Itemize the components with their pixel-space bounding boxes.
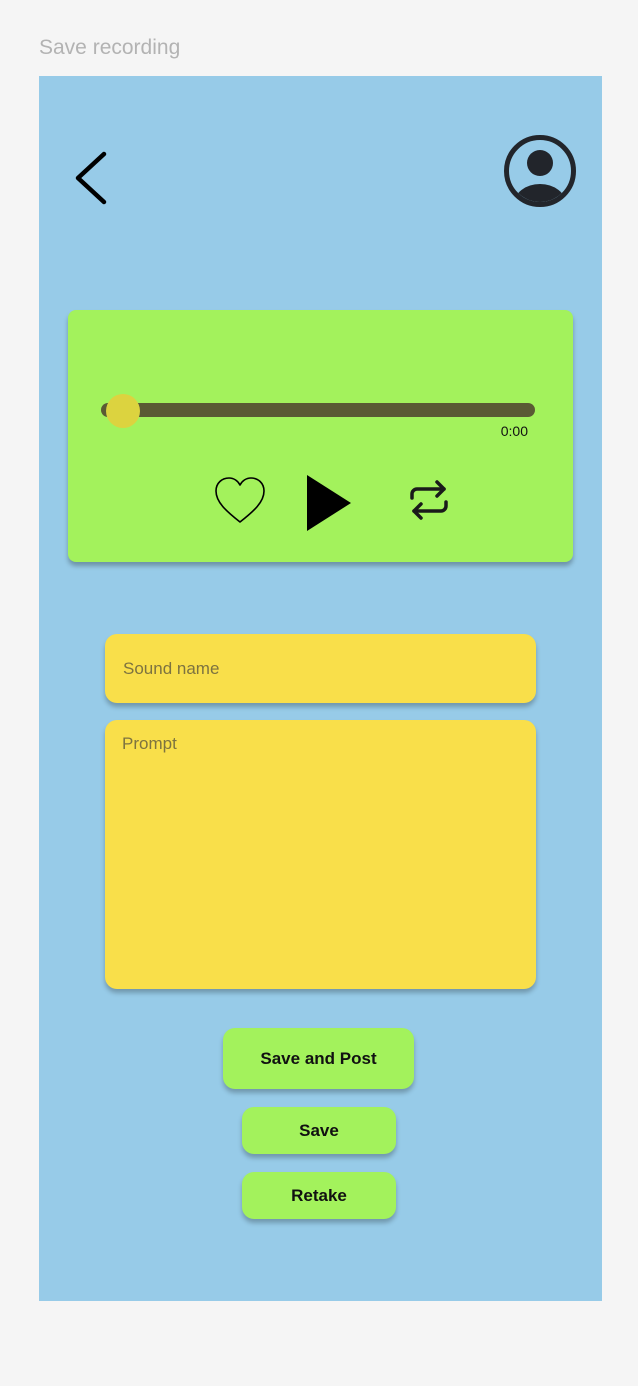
retake-button[interactable]: Retake xyxy=(242,1172,396,1219)
back-button[interactable] xyxy=(73,150,113,206)
save-and-post-button[interactable]: Save and Post xyxy=(223,1028,414,1089)
user-circle-icon xyxy=(504,135,576,207)
heart-icon[interactable] xyxy=(214,476,266,528)
slider-thumb[interactable] xyxy=(105,394,140,428)
frame-title: Save recording xyxy=(39,36,181,59)
profile-button[interactable] xyxy=(503,134,577,208)
audio-player: 0:00 xyxy=(68,310,573,562)
chevron-left-icon xyxy=(75,151,107,205)
play-icon[interactable] xyxy=(305,473,353,533)
progress-slider[interactable] xyxy=(101,394,535,428)
save-recording-screen: 0:00 Save and Post Save Retake xyxy=(39,76,602,1301)
prompt-textarea[interactable] xyxy=(105,720,536,989)
sound-name-input[interactable] xyxy=(105,634,536,703)
repeat-icon[interactable] xyxy=(408,479,450,521)
time-label: 0:00 xyxy=(500,423,528,439)
save-button[interactable]: Save xyxy=(242,1107,396,1154)
